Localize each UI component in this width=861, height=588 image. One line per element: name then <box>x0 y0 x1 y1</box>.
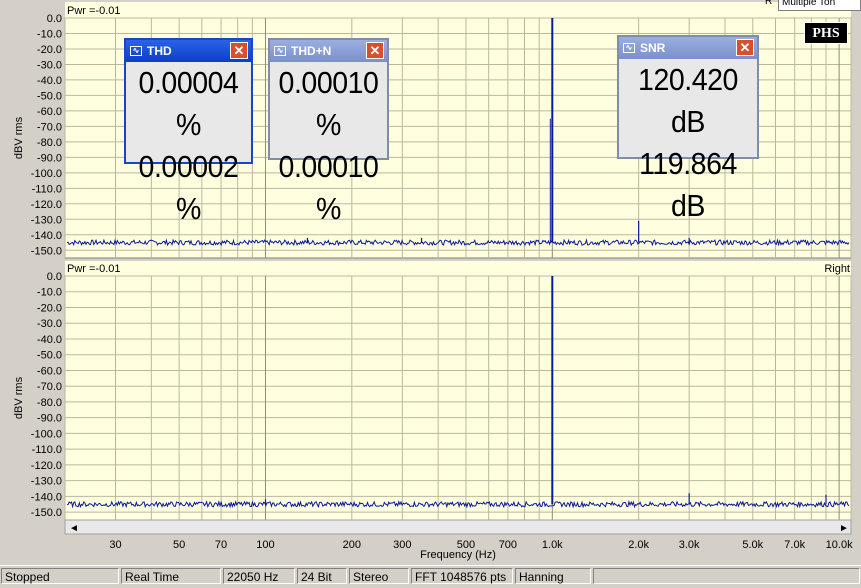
x-tick-label: 300 <box>393 539 411 551</box>
snr-meter[interactable]: ∿ SNR ✕ 120.420 dB 119.864 dB <box>617 35 759 223</box>
x-tick-label: 1.0k <box>542 539 563 551</box>
y-tick-label: -30.0 <box>37 318 62 330</box>
snr-left-value: 120.420 dB <box>638 62 738 139</box>
close-icon[interactable]: ✕ <box>366 42 384 59</box>
panel-header <box>65 2 851 18</box>
thd-right-value: 0.00002 % <box>138 149 239 226</box>
chart-right-channel: Pwr =-0.01 Right 0.0 -10.0 -20.0 -30.0 -40.0 -5… <box>13 261 853 561</box>
y-tick-label: -70.0 <box>37 381 62 393</box>
x-tick-label: 7.0k <box>784 539 805 551</box>
y-tick-label: -40.0 <box>37 75 62 87</box>
x-tick-label: 5.0k <box>742 539 763 551</box>
y-tick-label: -140.0 <box>31 491 62 503</box>
y-tick-label: -60.0 <box>37 106 62 118</box>
y-tick-label: -100.0 <box>31 428 62 440</box>
snr-meter-titlebar[interactable]: ∿ SNR ✕ <box>619 37 757 59</box>
status-sample-rate: 22050 Hz <box>223 568 295 584</box>
thdn-meter[interactable]: ∿ THD+N ✕ 0.00010 % 0.00010 % <box>268 38 389 226</box>
phs-badge: PHS <box>804 22 848 44</box>
y-tick-label: -80.0 <box>37 397 62 409</box>
status-channels: Stereo <box>349 568 409 584</box>
scroll-right-icon: ► <box>839 523 849 534</box>
meter-window-icon: ∿ <box>274 46 286 56</box>
x-tick-label: 700 <box>499 539 517 551</box>
x-tick-label: 2.0k <box>628 539 649 551</box>
x-tick-label: 30 <box>109 539 121 551</box>
y-tick-label: -100.0 <box>31 168 62 180</box>
x-tick-label: 50 <box>173 539 185 551</box>
thdn-meter-titlebar[interactable]: ∿ THD+N ✕ <box>270 40 387 62</box>
top-control-prefix: R <box>765 0 773 7</box>
y-tick-label: -10.0 <box>37 287 62 299</box>
thdn-meter-title: THD+N <box>291 44 332 58</box>
y-tick-label: -150.0 <box>31 507 62 519</box>
scroll-left-icon: ◄ <box>69 523 79 534</box>
y-tick-label: -110.0 <box>32 183 62 195</box>
horizontal-scrollbar <box>64 519 852 535</box>
y-tick-label: -50.0 <box>37 90 62 102</box>
y-tick-label: 0.0 <box>47 271 62 283</box>
x-tick-label: 200 <box>343 539 361 551</box>
thd-left-value: 0.00004 % <box>138 65 239 142</box>
y-tick-label: -60.0 <box>37 365 62 377</box>
y-tick-label: -130.0 <box>31 476 62 488</box>
y-tick-label: -20.0 <box>37 44 62 56</box>
thdn-left-value: 0.00010 % <box>278 65 379 142</box>
y-axis-title: dBV rms <box>13 116 25 159</box>
y-tick-label: -120.0 <box>31 460 62 472</box>
y-tick-label: -90.0 <box>37 413 62 425</box>
y-tick-label: -50.0 <box>37 350 62 362</box>
x-tick-label: 10.0k <box>826 539 853 551</box>
status-run-state: Stopped <box>1 568 119 584</box>
y-tick-label: 0.0 <box>47 13 62 25</box>
y-tick-label: -120.0 <box>31 199 62 211</box>
y-tick-label: -30.0 <box>37 59 62 71</box>
y-axis-title: dBV rms <box>13 376 25 419</box>
status-window: Hanning <box>515 568 591 584</box>
close-icon[interactable]: ✕ <box>230 42 248 59</box>
y-tick-label: -130.0 <box>31 214 62 226</box>
thd-meter[interactable]: ∿ THD ✕ 0.00004 % 0.00002 % <box>124 38 253 226</box>
y-tick-label: -140.0 <box>31 230 62 242</box>
panel-header <box>65 261 851 276</box>
power-readout: Pwr =-0.01 <box>67 263 121 275</box>
x-tick-label: 3.0k <box>679 539 700 551</box>
meter-window-icon: ∿ <box>623 43 635 53</box>
plot-background <box>64 275 852 521</box>
y-tick-label: -20.0 <box>37 302 62 314</box>
x-tick-label: 100 <box>256 539 274 551</box>
top-control: R Multiple Ton <box>760 0 861 11</box>
power-readout: Pwr =-0.01 <box>67 5 121 17</box>
y-tick-label: -10.0 <box>37 28 62 40</box>
y-tick-label: -40.0 <box>37 334 62 346</box>
meter-window-icon: ∿ <box>130 46 142 56</box>
generator-mode-combo[interactable]: Multiple Ton <box>778 0 861 11</box>
status-bit-depth: 24 Bit <box>297 568 347 584</box>
status-empty <box>593 568 860 584</box>
status-bar: Stopped Real Time 22050 Hz 24 Bit Stereo… <box>0 565 861 588</box>
thdn-right-value: 0.00010 % <box>278 149 379 226</box>
channel-label: Right <box>824 263 850 275</box>
close-icon[interactable]: ✕ <box>736 39 754 56</box>
x-axis-title: Frequency (Hz) <box>420 549 496 561</box>
thd-meter-title: THD <box>147 44 172 58</box>
y-tick-label: -90.0 <box>37 152 62 164</box>
y-tick-label: -80.0 <box>37 137 62 149</box>
status-fft-size: FFT 1048576 pts <box>411 568 513 584</box>
x-tick-label: 70 <box>215 539 227 551</box>
snr-right-value: 119.864 dB <box>639 146 737 223</box>
y-tick-label: -70.0 <box>37 121 62 133</box>
y-tick-label: -110.0 <box>32 444 62 456</box>
snr-meter-title: SNR <box>640 41 666 55</box>
status-mode: Real Time <box>121 568 221 584</box>
thd-meter-titlebar[interactable]: ∿ THD ✕ <box>126 40 251 62</box>
y-tick-label: -150.0 <box>31 245 62 257</box>
